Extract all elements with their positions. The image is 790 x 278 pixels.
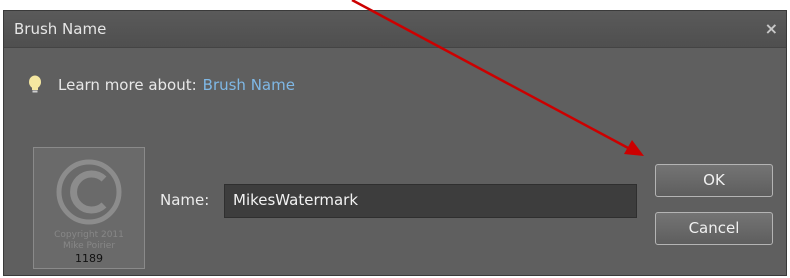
- brush-name-dialog: Brush Name × Learn more about: Brush Nam…: [3, 10, 787, 276]
- lightbulb-icon: [29, 75, 41, 93]
- brush-size-value: 1189: [75, 252, 103, 265]
- cancel-button[interactable]: Cancel: [655, 212, 773, 245]
- preview-copyright-line: Copyright 2011: [54, 230, 124, 240]
- name-field-label: Name:: [160, 191, 210, 209]
- dialog-title: Brush Name: [14, 20, 107, 38]
- learn-more-row: Learn more about: Brush Name: [26, 75, 295, 95]
- copyright-symbol-icon: [56, 159, 122, 225]
- ok-button[interactable]: OK: [655, 164, 773, 197]
- screenshot-canvas: Brush Name × Learn more about: Brush Nam…: [0, 0, 790, 278]
- preview-author-line: Mike Poirier: [62, 241, 116, 251]
- brush-name-input[interactable]: MikesWatermark: [224, 184, 637, 218]
- learn-more-link[interactable]: Brush Name: [203, 76, 295, 94]
- learn-more-label: Learn more about:: [58, 76, 197, 94]
- close-icon[interactable]: ×: [765, 19, 778, 38]
- dialog-titlebar[interactable]: Brush Name ×: [4, 11, 786, 48]
- brush-preview: Copyright 2011 Mike Poirier 1189: [33, 147, 145, 269]
